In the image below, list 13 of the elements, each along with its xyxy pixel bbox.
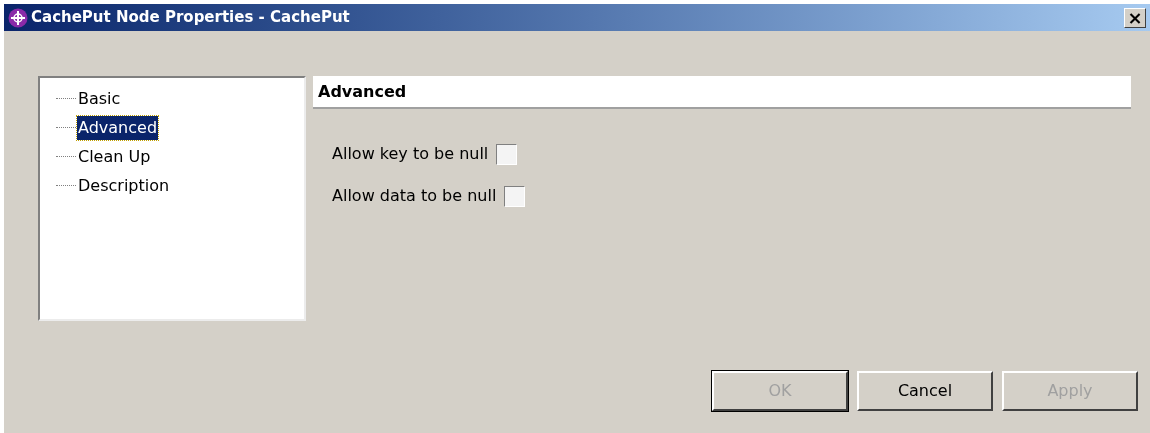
checkbox[interactable] xyxy=(496,143,518,165)
option-label: Allow key to be null xyxy=(332,143,489,165)
close-button[interactable]: × xyxy=(1124,7,1146,28)
dialog-button[interactable]: Cancel xyxy=(857,371,993,411)
section-title: Advanced xyxy=(318,80,407,103)
checkbox[interactable] xyxy=(504,185,526,207)
tree-item[interactable]: Basic xyxy=(77,86,122,111)
window-title: CachePut Node Properties - CachePut xyxy=(31,7,350,29)
app-icon xyxy=(8,7,28,28)
tree-item[interactable]: Advanced xyxy=(77,115,159,140)
tree-item[interactable]: Description xyxy=(77,173,171,198)
option-label: Allow data to be null xyxy=(332,185,497,207)
tree-item[interactable]: Clean Up xyxy=(77,144,152,169)
